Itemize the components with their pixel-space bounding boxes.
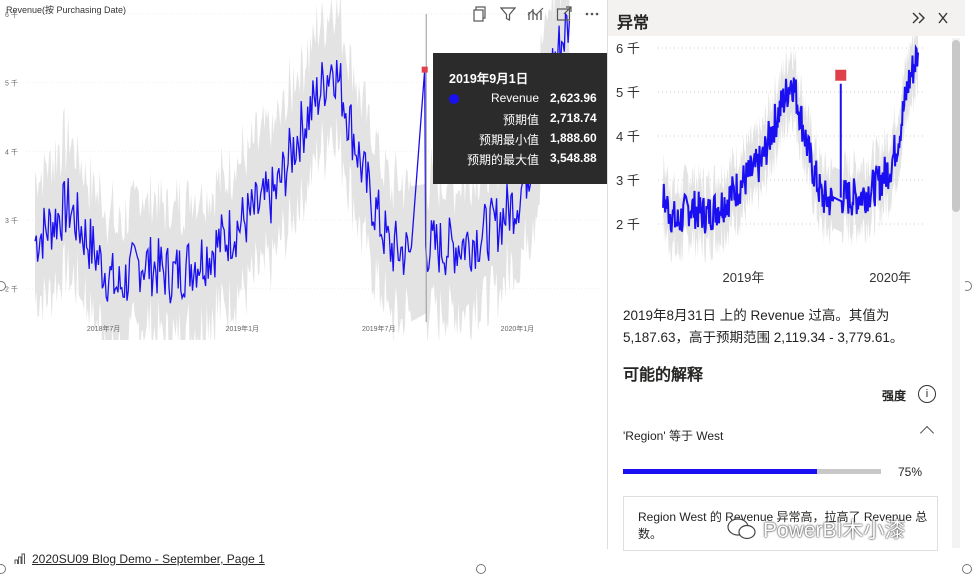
resize-handle-bottom-right[interactable] <box>962 564 972 574</box>
mini-anomaly-marker <box>835 69 847 81</box>
wechat-logo-icon <box>727 518 756 540</box>
pane-scrollbar-thumb[interactable] <box>952 40 960 212</box>
watermark-text: PowerBI木小漆 <box>763 519 906 542</box>
strength-percent: 75% <box>898 465 923 479</box>
mini-x-tick-label: 2020年 <box>869 270 911 285</box>
copy-icon[interactable] <box>470 4 490 24</box>
tooltip-row: 预期的最大值 3,548.88 <box>433 151 611 169</box>
anomaly-marker[interactable] <box>421 66 428 73</box>
visual-header-toolbar <box>470 4 602 24</box>
report-canvas: Revenue(按 Purchasing Date) 2 千3 千4 千5 千6… <box>0 0 972 574</box>
tooltip-value: 1,888.60 <box>550 131 597 145</box>
y-tick-label: 2 千 <box>5 285 18 294</box>
page-footer: 2020SU09 Blog Demo - September, Page 1 <box>14 552 265 566</box>
x-tick-label: 2018年7月 <box>87 324 120 333</box>
collapse-pane-icon[interactable] <box>911 11 927 30</box>
watermark: PowerBI木小漆 <box>727 512 947 546</box>
explanation-factor[interactable]: 'Region' 等于 West <box>623 427 723 444</box>
tooltip-row: 预期最小值 1,888.60 <box>433 131 611 149</box>
y-tick-label: 3 千 <box>5 216 18 225</box>
bar-chart-icon <box>14 553 25 564</box>
possible-explanations-heading: 可能的解释 <box>623 367 704 384</box>
info-icon[interactable]: i <box>918 385 936 403</box>
anomaly-pane-title: 异常 <box>617 15 650 32</box>
close-icon[interactable] <box>938 11 948 30</box>
y-tick-label: 5 千 <box>5 79 18 88</box>
mini-y-tick-label: 3 千 <box>616 173 640 188</box>
strength-label: 强度 <box>882 389 907 403</box>
strength-bar <box>623 469 881 474</box>
tooltip-row: 预期值 2,718.74 <box>433 111 611 129</box>
tooltip-label: 预期最小值 <box>478 133 539 147</box>
y-tick-label: 4 千 <box>5 147 18 156</box>
mini-x-tick-label: 2019年 <box>722 270 764 285</box>
strength-bar-fill <box>623 469 817 474</box>
tooltip-date: 2019年9月1日 <box>449 72 529 86</box>
anomaly-description: 2019年8月31日 上的 Revenue 过高。其值为 5,187.63，高于… <box>623 308 904 345</box>
series-color-swatch <box>449 94 459 104</box>
filter-icon[interactable] <box>498 4 518 24</box>
resize-handle-bottom-left[interactable] <box>0 564 6 574</box>
analyze-icon[interactable] <box>526 4 546 24</box>
mini-y-tick-label: 2 千 <box>616 217 640 232</box>
tooltip-label: 预期值 <box>502 113 539 127</box>
resize-handle-bottom[interactable] <box>476 564 486 574</box>
page-link[interactable]: 2020SU09 Blog Demo - September, Page 1 <box>32 552 265 566</box>
x-tick-label: 2019年7月 <box>362 324 395 333</box>
tooltip-value: 2,623.96 <box>550 91 597 105</box>
tooltip-value: 3,548.88 <box>550 151 597 165</box>
data-point-tooltip: 2019年9月1日 Revenue 2,623.96 预期值 2,718.74 … <box>433 53 611 184</box>
tooltip-value: 2,718.74 <box>550 111 597 125</box>
tooltip-label: 预期的最大值 <box>466 153 539 167</box>
x-tick-label: 2020年1月 <box>501 324 534 333</box>
x-tick-label: 2019年1月 <box>226 324 259 333</box>
y-tick-label: 6 千 <box>5 10 18 19</box>
mini-expected-range-band <box>663 36 918 265</box>
anomaly-mini-chart: 2 千 3 千 4 千 5 千 6 千 2019年 2020年 <box>616 36 926 285</box>
tooltip-row: Revenue 2,623.96 <box>433 91 611 109</box>
mini-y-tick-label: 5 千 <box>616 85 640 100</box>
mini-y-tick-label: 6 千 <box>616 41 640 56</box>
focus-mode-icon[interactable] <box>554 4 574 24</box>
more-options-icon[interactable] <box>582 4 602 24</box>
mini-y-tick-label: 4 千 <box>616 129 640 144</box>
tooltip-label: Revenue <box>490 91 539 105</box>
